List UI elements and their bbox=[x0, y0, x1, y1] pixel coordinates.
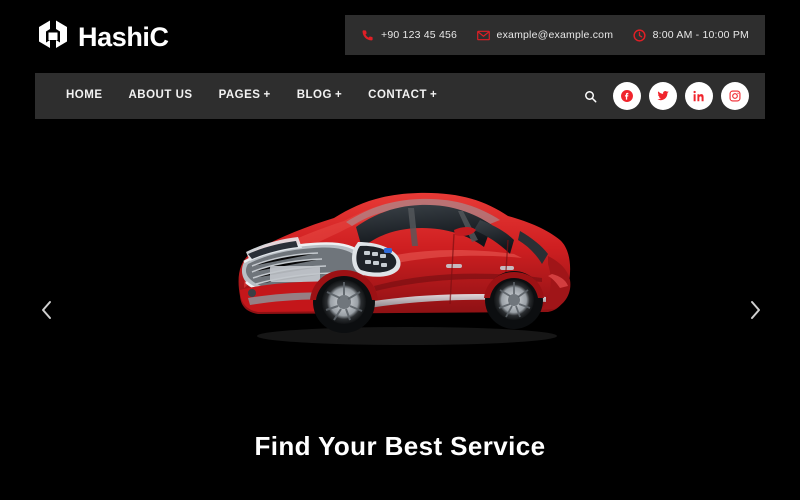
nav-item-label: ABOUT US bbox=[128, 89, 193, 102]
social-link-twitter[interactable] bbox=[649, 82, 677, 110]
carousel-prev-button[interactable] bbox=[32, 293, 62, 327]
contact-email-text: example@example.com bbox=[496, 29, 614, 41]
contact-email[interactable]: example@example.com bbox=[476, 29, 614, 42]
dropdown-plus-icon: + bbox=[430, 89, 438, 102]
dropdown-plus-icon: + bbox=[263, 89, 271, 102]
social-link-facebook[interactable] bbox=[613, 82, 641, 110]
nav-item-pages[interactable]: PAGES + bbox=[206, 90, 284, 102]
nav-item-blog[interactable]: BLOG + bbox=[284, 90, 355, 102]
twitter-icon bbox=[657, 91, 669, 101]
nav-right-actions bbox=[581, 82, 749, 110]
clock-icon bbox=[633, 28, 646, 42]
social-link-linkedin[interactable] bbox=[685, 82, 713, 110]
hero-title: Find Your Best Service bbox=[254, 431, 546, 461]
envelope-icon bbox=[476, 30, 490, 40]
hero-carousel: Find Your Best Service bbox=[0, 125, 800, 500]
hashicorp-hexagon-h-icon bbox=[39, 20, 67, 48]
nav-menu: HOME ABOUT US PAGES + BLOG + CONTACT + bbox=[53, 90, 450, 102]
site-logo[interactable]: HashiC bbox=[36, 16, 186, 58]
nav-item-home[interactable]: HOME bbox=[53, 90, 116, 102]
nav-item-label: BLOG bbox=[296, 89, 332, 102]
chevron-right-icon bbox=[751, 301, 760, 319]
contact-hours: 8:00 AM - 10:00 PM bbox=[633, 28, 749, 42]
carousel-next-button[interactable] bbox=[740, 293, 770, 327]
nav-item-label: PAGES bbox=[218, 89, 261, 102]
contact-bar: +90 123 45 456 example@example.com 8:00 … bbox=[345, 15, 765, 55]
search-icon[interactable] bbox=[581, 87, 599, 105]
hero-car-image bbox=[222, 178, 578, 348]
instagram-icon bbox=[729, 90, 741, 102]
phone-icon bbox=[362, 29, 373, 40]
contact-phone-text: +90 123 45 456 bbox=[381, 29, 458, 41]
facebook-icon bbox=[621, 90, 633, 102]
logo-text: HashiC bbox=[78, 21, 169, 52]
contact-hours-text: 8:00 AM - 10:00 PM bbox=[652, 29, 749, 41]
nav-item-label: CONTACT bbox=[368, 89, 428, 102]
nav-item-about-us[interactable]: ABOUT US bbox=[116, 90, 206, 102]
site-header: HashiC +90 123 45 456 example@example.co… bbox=[0, 0, 800, 125]
chevron-left-icon bbox=[42, 301, 51, 319]
nav-item-label: HOME bbox=[66, 89, 103, 102]
nav-item-contact[interactable]: CONTACT + bbox=[355, 90, 450, 102]
dropdown-plus-icon: + bbox=[334, 89, 343, 102]
contact-phone[interactable]: +90 123 45 456 bbox=[361, 29, 457, 42]
linkedin-icon bbox=[693, 90, 704, 102]
main-navigation: HOME ABOUT US PAGES + BLOG + CONTACT + bbox=[35, 73, 765, 119]
social-link-instagram[interactable] bbox=[721, 82, 749, 110]
